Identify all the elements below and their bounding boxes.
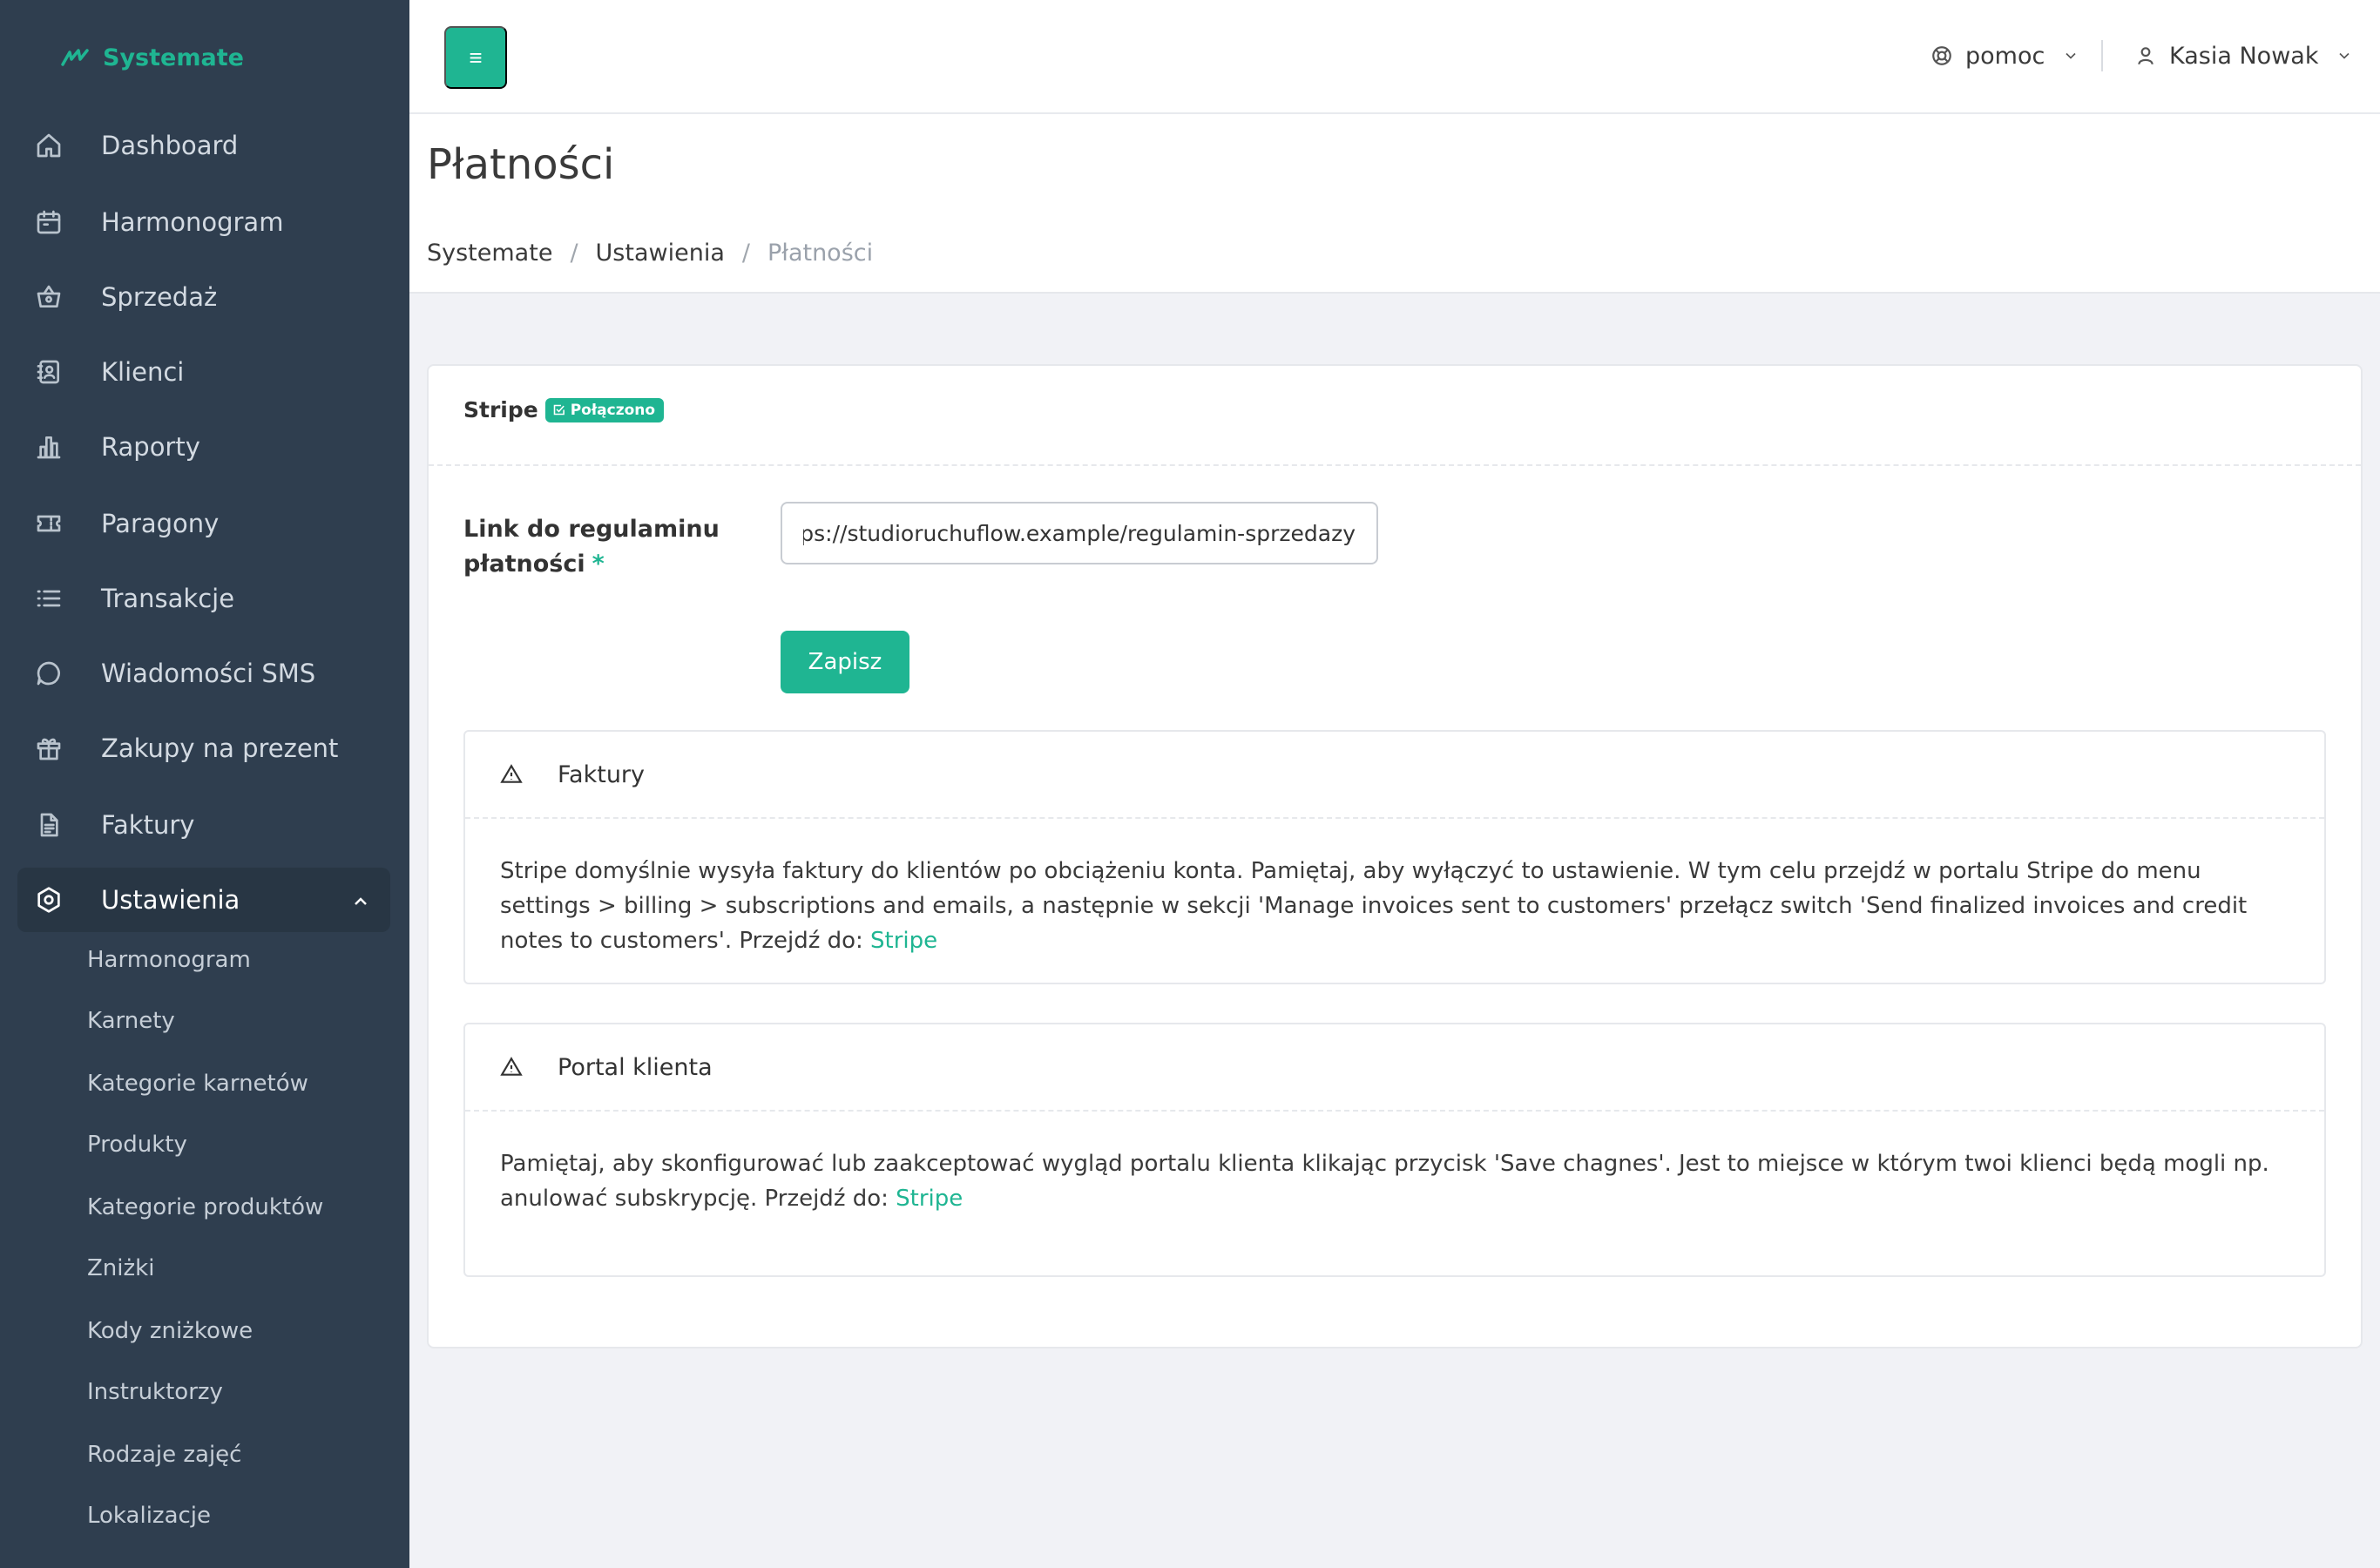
sidebar-item-label: Sprzedaż xyxy=(101,282,218,312)
sidebar-item-dashboard[interactable]: Dashboard xyxy=(17,113,390,178)
subitem-kategorie-produktow[interactable]: Kategorie produktów xyxy=(87,1190,323,1225)
breadcrumb-current: Płatności xyxy=(767,240,874,267)
sidebar-item-label: Harmonogram xyxy=(101,207,284,237)
customer-portal-panel: Portal klienta Pamiętaj, aby skonfigurow… xyxy=(463,1023,2326,1277)
invoices-panel-header: Faktury xyxy=(465,732,2324,819)
sidebar-item-label: Transakcje xyxy=(101,584,235,613)
ticket-icon xyxy=(33,508,64,539)
topbar-divider xyxy=(2101,40,2103,71)
card-header: Stripe Połączono xyxy=(429,366,2361,466)
sidebar-item-transakcje[interactable]: Transakcje xyxy=(17,566,390,631)
list-icon xyxy=(33,583,64,614)
page-title: Płatności xyxy=(427,140,615,189)
required-mark: * xyxy=(592,551,605,578)
warning-icon xyxy=(500,764,523,783)
basket-icon xyxy=(33,281,64,313)
subitem-kody-znizkowe[interactable]: Kody zniżkowe xyxy=(87,1314,253,1348)
sidebar-item-paragony[interactable]: Paragony xyxy=(17,491,390,556)
breadcrumb-systemate[interactable]: Systemate xyxy=(427,240,552,267)
subitem-rodzaje-zajec[interactable]: Rodzaje zajęć xyxy=(87,1437,241,1472)
menu-toggle-button[interactable]: ≡ xyxy=(444,26,507,89)
subitem-produkty[interactable]: Produkty xyxy=(87,1127,187,1162)
save-button[interactable]: Zapisz xyxy=(781,631,909,693)
subitem-instruktorzy[interactable]: Instruktorzy xyxy=(87,1375,223,1409)
check-square-icon xyxy=(553,404,565,416)
sidebar-item-label: Paragony xyxy=(101,509,220,538)
invoices-panel-body: Stripe domyślnie wysyła faktury do klien… xyxy=(465,819,2324,958)
lifebuoy-icon xyxy=(1932,46,1951,65)
sidebar-item-faktury[interactable]: Faktury xyxy=(17,793,390,857)
home-icon xyxy=(33,130,64,161)
sidebar-item-label: Ustawienia xyxy=(101,885,240,915)
settings-icon xyxy=(33,884,64,916)
breadcrumb: Systemate / Ustawienia / Płatności xyxy=(427,240,873,267)
brand-name: Systemate xyxy=(103,44,244,71)
gift-icon xyxy=(33,733,64,764)
invoices-panel: Faktury Stripe domyślnie wysyła faktury … xyxy=(463,730,2326,984)
subitem-znizki[interactable]: Zniżki xyxy=(87,1251,154,1286)
sidebar-item-sprzedaz[interactable]: Sprzedaż xyxy=(17,265,390,329)
terms-link-label-line2: płatności xyxy=(463,551,585,578)
provider-name: Stripe xyxy=(463,397,538,422)
subitem-karnety[interactable]: Karnety xyxy=(87,1004,175,1038)
user-name: Kasia Nowak xyxy=(2169,42,2319,70)
sidebar-item-raporty[interactable]: Raporty xyxy=(17,415,390,479)
logo-icon xyxy=(61,49,89,66)
sidebar-item-ustawienia[interactable]: Ustawienia xyxy=(17,868,390,932)
contacts-icon xyxy=(33,356,64,388)
help-dropdown[interactable]: pomoc xyxy=(1930,38,2079,73)
breadcrumb-separator: / xyxy=(570,240,578,267)
brand-logo[interactable]: Systemate xyxy=(61,40,244,75)
provider-title: Stripe Połączono xyxy=(463,397,665,422)
sidebar-item-label: Klienci xyxy=(101,357,185,387)
sidebar-item-label: Wiadomości SMS xyxy=(101,659,316,688)
user-icon xyxy=(2138,47,2153,65)
terms-link-input[interactable] xyxy=(781,502,1378,564)
status-badge: Połączono xyxy=(544,397,665,422)
customer-portal-panel-title: Portal klienta xyxy=(558,1053,713,1081)
status-badge-label: Połączono xyxy=(570,401,656,419)
bar-chart-icon xyxy=(33,431,64,463)
chevron-down-icon xyxy=(2339,52,2350,59)
stripe-link[interactable]: Stripe xyxy=(896,1186,963,1212)
customer-portal-panel-body: Pamiętaj, aby skonfigurować lub zaakcept… xyxy=(465,1112,2324,1216)
sidebar: Systemate Dashboard Harmonogram Sprzedaż… xyxy=(0,0,409,1568)
chat-icon xyxy=(33,658,64,689)
topbar: ≡ pomoc Kasia Nowak xyxy=(409,0,2380,114)
sidebar-item-harmonogram[interactable]: Harmonogram xyxy=(17,190,390,254)
document-icon xyxy=(33,809,64,841)
sidebar-item-label: Raporty xyxy=(101,432,200,462)
warning-icon xyxy=(500,1057,523,1076)
user-dropdown[interactable]: Kasia Nowak xyxy=(2134,38,2353,73)
sidebar-item-zakupy-na-prezent[interactable]: Zakupy na prezent xyxy=(17,716,390,781)
breadcrumb-ustawienia[interactable]: Ustawienia xyxy=(596,240,725,267)
invoices-panel-title: Faktury xyxy=(558,760,646,788)
help-label: pomoc xyxy=(1965,42,2045,70)
sidebar-item-wiadomosci-sms[interactable]: Wiadomości SMS xyxy=(17,641,390,706)
customer-portal-panel-text: Pamiętaj, aby skonfigurować lub zaakcept… xyxy=(500,1151,2269,1212)
hamburger-icon: ≡ xyxy=(469,44,483,71)
chevron-up-icon[interactable] xyxy=(350,889,371,909)
subitem-kategorie-karnetow[interactable]: Kategorie karnetów xyxy=(87,1066,308,1101)
stripe-settings-card: Stripe Połączono Link do regulaminu płat… xyxy=(427,364,2363,1348)
subitem-lokalizacje[interactable]: Lokalizacje xyxy=(87,1498,211,1533)
sidebar-item-klienci[interactable]: Klienci xyxy=(17,340,390,404)
sidebar-item-label: Faktury xyxy=(101,810,195,840)
terms-link-label-line1: Link do regulaminu xyxy=(463,516,720,543)
stripe-link[interactable]: Stripe xyxy=(870,928,937,954)
customer-portal-panel-header: Portal klienta xyxy=(465,1024,2324,1112)
terms-link-label: Link do regulaminu płatności * xyxy=(463,512,742,582)
sidebar-item-label: Dashboard xyxy=(101,131,239,160)
page-header: Płatności Systemate / Ustawienia / Płatn… xyxy=(409,114,2380,294)
subitem-harmonogram[interactable]: Harmonogram xyxy=(87,943,251,977)
breadcrumb-separator: / xyxy=(741,240,750,267)
chevron-down-icon xyxy=(2066,52,2076,59)
invoices-panel-text: Stripe domyślnie wysyła faktury do klien… xyxy=(500,858,2248,954)
sidebar-item-label: Zakupy na prezent xyxy=(101,733,339,763)
calendar-icon xyxy=(33,206,64,238)
